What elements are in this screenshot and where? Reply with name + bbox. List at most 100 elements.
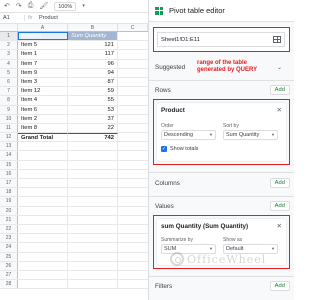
- cell-c[interactable]: [118, 262, 148, 270]
- cell-a[interactable]: [18, 206, 68, 215]
- cell-a[interactable]: [18, 179, 68, 188]
- cell-c[interactable]: [118, 96, 148, 104]
- row-number[interactable]: 4: [0, 59, 18, 68]
- cell-a[interactable]: [18, 197, 68, 206]
- cell-b[interactable]: [68, 142, 118, 151]
- cell-b[interactable]: [68, 206, 118, 215]
- cell-b[interactable]: [68, 270, 118, 280]
- row-number[interactable]: 3: [0, 50, 18, 59]
- data-range-input[interactable]: Sheet1!D1:E11: [157, 32, 285, 47]
- cell-c[interactable]: [118, 133, 148, 141]
- cell-b[interactable]: 117: [68, 50, 118, 59]
- cell-a[interactable]: [18, 224, 68, 234]
- cell-c[interactable]: [118, 271, 148, 279]
- redo-icon[interactable]: ↷: [16, 2, 22, 10]
- row-number[interactable]: 21: [0, 215, 18, 224]
- cell-c[interactable]: [118, 32, 148, 40]
- cell-c[interactable]: [118, 41, 148, 49]
- cell-a[interactable]: [18, 215, 68, 224]
- cell-a[interactable]: [18, 160, 68, 169]
- undo-icon[interactable]: ↶: [4, 2, 10, 10]
- row-number[interactable]: 10: [0, 114, 18, 123]
- cell-a[interactable]: Item 12: [18, 87, 68, 96]
- cell-a[interactable]: Item 2: [18, 114, 68, 123]
- cell-b[interactable]: [68, 224, 118, 234]
- row-number[interactable]: 14: [0, 151, 18, 160]
- column-header-a[interactable]: A: [18, 24, 68, 31]
- chevron-down-icon[interactable]: ⌄: [277, 60, 282, 71]
- cell-c[interactable]: [118, 124, 148, 132]
- row-number[interactable]: 6: [0, 77, 18, 87]
- cell-a[interactable]: Item 8: [18, 123, 68, 133]
- cell-b[interactable]: [68, 234, 118, 243]
- cell-a[interactable]: [18, 243, 68, 252]
- cell-b[interactable]: 121: [68, 41, 118, 50]
- cell-b[interactable]: [68, 151, 118, 160]
- column-header-b[interactable]: B: [68, 24, 118, 31]
- cell-b[interactable]: Sum Quantity: [68, 32, 118, 41]
- cell-reference[interactable]: A1: [0, 15, 24, 21]
- close-icon[interactable]: ✕: [277, 106, 282, 114]
- column-header-c[interactable]: C: [118, 24, 148, 31]
- order-select[interactable]: Descending ▼: [161, 130, 216, 140]
- row-number[interactable]: 1: [0, 32, 18, 41]
- cell-b[interactable]: 55: [68, 96, 118, 105]
- row-number[interactable]: 16: [0, 169, 18, 178]
- cell-c[interactable]: [118, 207, 148, 215]
- cell-a[interactable]: [18, 188, 68, 197]
- row-number[interactable]: 17: [0, 179, 18, 188]
- cell-c[interactable]: [118, 87, 148, 95]
- cell-a[interactable]: Item 6: [18, 105, 68, 114]
- zoom-select[interactable]: 100%: [54, 1, 77, 11]
- row-number[interactable]: 20: [0, 206, 18, 215]
- cell-a[interactable]: [18, 261, 68, 270]
- row-number[interactable]: 26: [0, 261, 18, 270]
- cell-a[interactable]: [18, 151, 68, 160]
- cell-c[interactable]: [118, 78, 148, 86]
- cell-c[interactable]: [118, 69, 148, 77]
- cell-b[interactable]: [68, 280, 118, 289]
- row-number[interactable]: 28: [0, 280, 18, 289]
- cell-b[interactable]: 87: [68, 77, 118, 87]
- cell-b[interactable]: 96: [68, 59, 118, 68]
- cell-a[interactable]: Grand Total: [18, 133, 68, 142]
- cell-c[interactable]: [118, 188, 148, 196]
- cell-c[interactable]: [118, 253, 148, 261]
- cell-b[interactable]: [68, 215, 118, 224]
- cell-b[interactable]: [68, 261, 118, 270]
- cell-c[interactable]: [118, 216, 148, 224]
- cell-a[interactable]: Item 5: [18, 41, 68, 50]
- cell-c[interactable]: [118, 60, 148, 68]
- formula-input[interactable]: Product: [36, 15, 58, 21]
- row-number[interactable]: 9: [0, 105, 18, 114]
- cell-b[interactable]: [68, 169, 118, 178]
- add-value-button[interactable]: Add: [269, 201, 290, 211]
- cell-c[interactable]: [118, 106, 148, 114]
- row-number[interactable]: 8: [0, 96, 18, 105]
- show-totals-checkbox[interactable]: ✓: [161, 146, 167, 152]
- cell-a[interactable]: [18, 234, 68, 243]
- cell-b[interactable]: [68, 252, 118, 261]
- cell-c[interactable]: [118, 243, 148, 251]
- cell-c[interactable]: [118, 50, 148, 58]
- cell-c[interactable]: [118, 179, 148, 187]
- print-icon[interactable]: ⎙: [28, 2, 34, 10]
- cell-b[interactable]: [68, 243, 118, 252]
- cell-b[interactable]: 22: [68, 123, 118, 133]
- cell-b[interactable]: [68, 160, 118, 169]
- cell-b[interactable]: [68, 188, 118, 197]
- cell-b[interactable]: 37: [68, 114, 118, 123]
- cell-a[interactable]: [18, 169, 68, 178]
- row-number[interactable]: 27: [0, 270, 18, 280]
- cell-a[interactable]: Item 9: [18, 68, 68, 77]
- cell-c[interactable]: [118, 225, 148, 233]
- cell-b[interactable]: 53: [68, 105, 118, 114]
- select-range-icon[interactable]: [273, 36, 281, 43]
- row-number[interactable]: 25: [0, 252, 18, 261]
- cell-c[interactable]: [118, 115, 148, 123]
- cell-b[interactable]: 94: [68, 68, 118, 77]
- row-number[interactable]: 12: [0, 133, 18, 142]
- select-all-corner[interactable]: [0, 24, 18, 31]
- row-number[interactable]: 22: [0, 224, 18, 234]
- cell-c[interactable]: [118, 142, 148, 150]
